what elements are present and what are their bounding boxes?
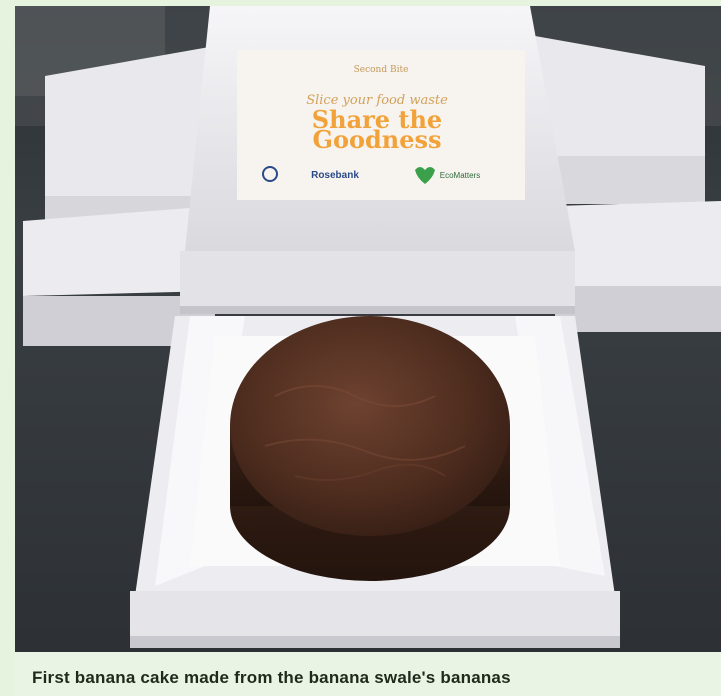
headline-line2: Goodness — [312, 125, 441, 154]
image-frame: Second Bite Slice your food waste Share … — [0, 0, 721, 696]
photo: Second Bite Slice your food waste Share … — [15, 6, 721, 696]
label-sticker: Second Bite Slice your food waste Share … — [237, 50, 525, 200]
brand-text: Second Bite — [354, 65, 409, 75]
cake-box-photo: Second Bite Slice your food waste Share … — [15, 6, 721, 696]
sponsor-ecomatters: EcoMatters — [440, 171, 480, 180]
caption-bar: First banana cake made from the banana s… — [15, 652, 721, 696]
sponsor-rosebank: Rosebank — [311, 170, 359, 181]
caption-text: First banana cake made from the banana s… — [32, 668, 511, 687]
chocolate-cake — [230, 316, 510, 581]
